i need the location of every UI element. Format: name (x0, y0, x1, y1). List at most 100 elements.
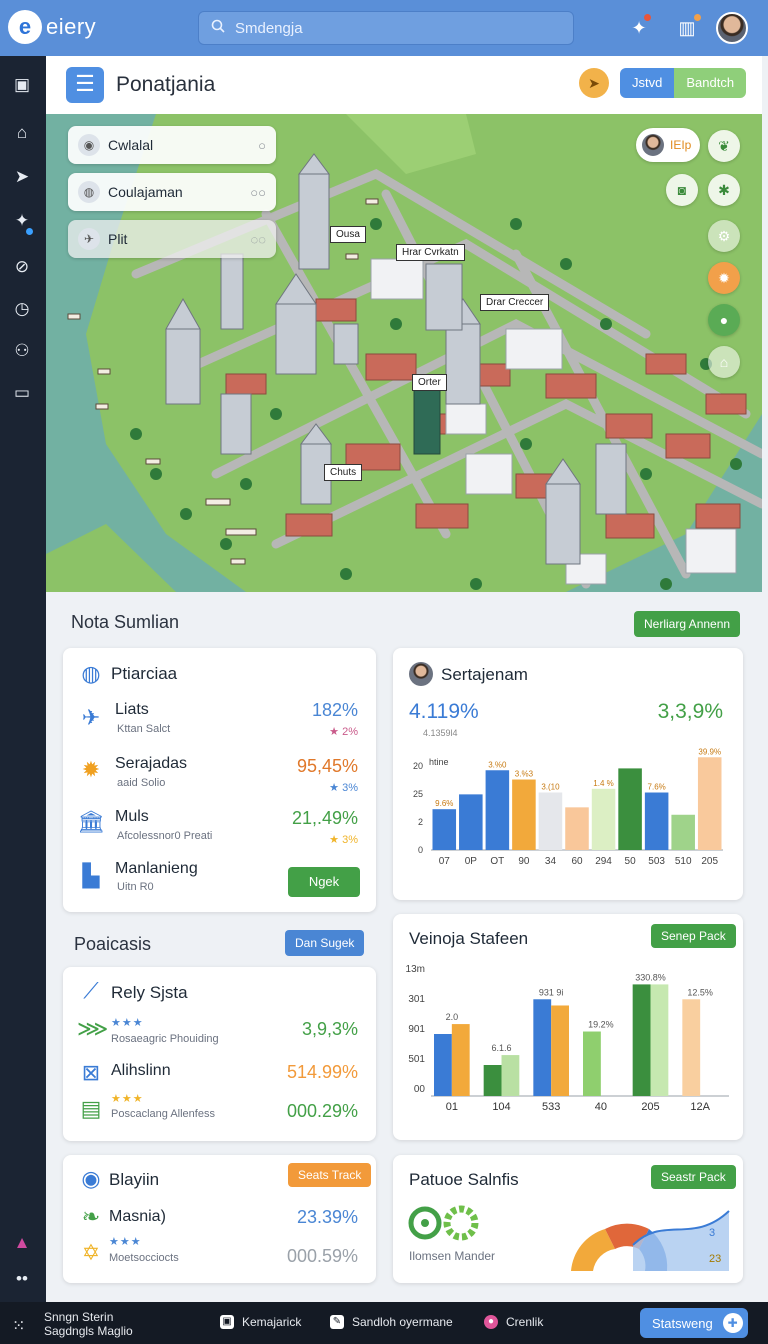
map-label[interactable]: Ousa (330, 226, 366, 243)
segment-right[interactable]: Bandtch (674, 68, 747, 98)
bottom-item-3[interactable]: ● Crenlik (484, 1315, 543, 1329)
globe-icon: ◍ (81, 661, 101, 686)
view-segmented-control[interactable]: Jstvd Bandtch (620, 68, 747, 98)
y-tick-label: 13m (406, 964, 425, 975)
bar-label: 39.9% (698, 747, 721, 756)
x-tick-label: 503 (648, 856, 665, 867)
apps-grid-icon[interactable]: ⁙ (12, 1316, 25, 1336)
app-logo[interactable]: e eiery (8, 10, 96, 44)
bar (632, 984, 651, 1096)
home-icon[interactable]: ⌂ (9, 120, 35, 146)
layer-card-2[interactable]: ◍ Coulajaman ○○ (68, 173, 276, 211)
bar (483, 1065, 502, 1096)
building-icon: ▤ (80, 1096, 102, 1121)
section-button[interactable]: Dan Sugek (285, 930, 365, 956)
bar (501, 1055, 520, 1096)
home-icon[interactable]: ⌂ (708, 346, 740, 378)
row-sub: Kttan Salct (117, 723, 171, 735)
sun-icon[interactable]: ✹ (708, 262, 740, 294)
bar (459, 794, 483, 850)
y-tick-label: 20 (413, 761, 423, 771)
bottom-info-line2: Sagdngls Maglio (44, 1324, 133, 1338)
city-map[interactable]: ◉ Cwlalal ○ ◍ Coulajaman ○○ ✈ Plit ◌◌ Ou… (46, 114, 762, 592)
row-label: Alihslinn (111, 1062, 171, 1079)
layer-toggle[interactable]: ○ (258, 138, 266, 153)
avatar-icon: ◉ (78, 134, 100, 156)
bottom-item-label: Crenlik (506, 1315, 544, 1329)
more-icon[interactable]: •• (9, 1266, 35, 1292)
y-tick-label: 00 (414, 1084, 426, 1095)
clock-icon[interactable]: ◷ (9, 296, 35, 322)
bar (618, 768, 642, 850)
card-title: Rely Sjsta (111, 983, 188, 1002)
dashboard-icon[interactable]: ▣ (9, 72, 35, 98)
user-icon[interactable]: ⚇ (9, 338, 35, 364)
bar (485, 770, 510, 850)
layer-toggle[interactable]: ○○ (250, 185, 266, 200)
location-button[interactable]: ➤ (579, 68, 609, 98)
patuoe-card: Patuoe Salnfis Seastr Pack Ilomsen Mande… (393, 1155, 743, 1283)
layer-label: Cwlalal (108, 137, 154, 153)
summary-title: Nota Sumlian (71, 612, 180, 632)
map-user-chip[interactable]: IEIp (636, 128, 700, 162)
row-sub: Afcolessnor0 Preati (117, 830, 213, 842)
stats-label: Statsweng (652, 1315, 713, 1331)
leaf-toggle-icon[interactable]: ✱ (708, 174, 740, 206)
bar (451, 1024, 470, 1096)
row-sub: Uitn R0 (117, 881, 154, 893)
stats-button[interactable]: Statsweng ✚ (640, 1308, 748, 1338)
x-tick-label: 0P (465, 856, 478, 867)
bar (432, 809, 457, 850)
bar (671, 814, 695, 850)
bolt-icon[interactable]: ⊘ (9, 254, 35, 280)
camera-icon[interactable]: ◙ (666, 174, 698, 206)
row-sub: Moetsocciocts (109, 1252, 179, 1264)
map-label[interactable]: Chuts (324, 464, 363, 481)
page-title: Ponatjania (116, 73, 216, 96)
document-icon: ▣ (220, 1315, 234, 1329)
folder-icon[interactable]: ▭ (9, 380, 35, 406)
layer-card-3[interactable]: ✈ Plit ◌◌ (68, 220, 276, 258)
bottom-item-label: Kemajarick (242, 1315, 302, 1329)
bottom-item-1[interactable]: ▣ Kemajarick (220, 1315, 301, 1329)
edit-icon: ✎ (330, 1315, 344, 1329)
bar (434, 1034, 452, 1096)
map-label[interactable]: Orter (412, 374, 447, 391)
segment-left[interactable]: Jstvd (620, 68, 675, 98)
gauge-value-2: 23 (709, 1253, 722, 1265)
sidebar: ▣ ⌂ ➤ ✦ ⊘ ◷ ⚇ ▭ ▲ •• (0, 56, 46, 1302)
user-avatar[interactable] (716, 12, 748, 44)
arrow-icon[interactable]: ➤ (9, 164, 35, 190)
layer-card-1[interactable]: ◉ Cwlalal ○ (68, 126, 276, 164)
search-input[interactable]: Smdengja (198, 11, 574, 45)
row-delta: ★ 3% (329, 782, 358, 794)
globe-icon[interactable]: ● (708, 304, 740, 336)
top-bar: e eiery Smdengja ✦ ▥ (0, 0, 768, 56)
bottom-info-line1: Snngn Sterin (44, 1310, 114, 1324)
warning-icon[interactable]: ▲ (9, 1230, 35, 1256)
bar (551, 1005, 569, 1096)
y-tick-label: 501 (408, 1054, 425, 1065)
x-tick-label: 50 (625, 856, 637, 867)
layer-toggle[interactable]: ◌◌ (251, 232, 266, 247)
x-tick-label: 533 (542, 1101, 560, 1113)
row-value: 23.39% (296, 1207, 358, 1227)
map-label[interactable]: Drar Creccer (480, 294, 550, 311)
bar (512, 779, 536, 850)
row-delta: ★ 2% (329, 726, 358, 738)
leaf-icon[interactable]: ❦ (708, 130, 740, 162)
chart-badge (694, 14, 701, 21)
rely-card: ⟋ Rely Sjsta ⋙ ★★★ Rosaeagric Phouiding … (63, 967, 376, 1141)
bar-label: 931 9i (539, 987, 564, 997)
bar (697, 757, 722, 850)
bottom-item-2[interactable]: ✎ Sandloh oyermane (330, 1315, 453, 1329)
row-value: 182% (311, 700, 358, 720)
settings-icon[interactable]: ⚙ (708, 220, 740, 252)
menu-button[interactable]: ☰ (66, 67, 104, 103)
map-label[interactable]: Hrar Cvrkatn (396, 244, 465, 261)
x-tick-label: 205 (701, 856, 718, 867)
bar (583, 1031, 601, 1096)
ngek-button[interactable]: Ngek (288, 867, 360, 897)
summary-button[interactable]: Nerliarg Annenn (634, 611, 741, 637)
card-button[interactable]: Seats Track (288, 1163, 372, 1187)
